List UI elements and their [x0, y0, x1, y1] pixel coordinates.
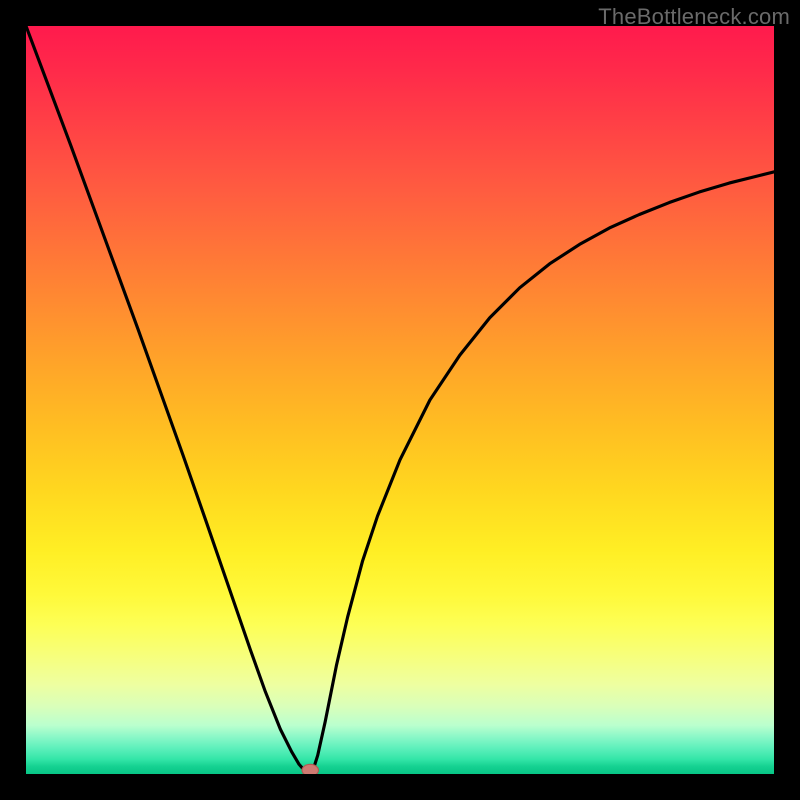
minimum-marker: [302, 764, 318, 774]
watermark-text: TheBottleneck.com: [598, 4, 790, 30]
marker-layer: [26, 26, 774, 774]
plot-area: [26, 26, 774, 774]
chart-frame: TheBottleneck.com: [0, 0, 800, 800]
